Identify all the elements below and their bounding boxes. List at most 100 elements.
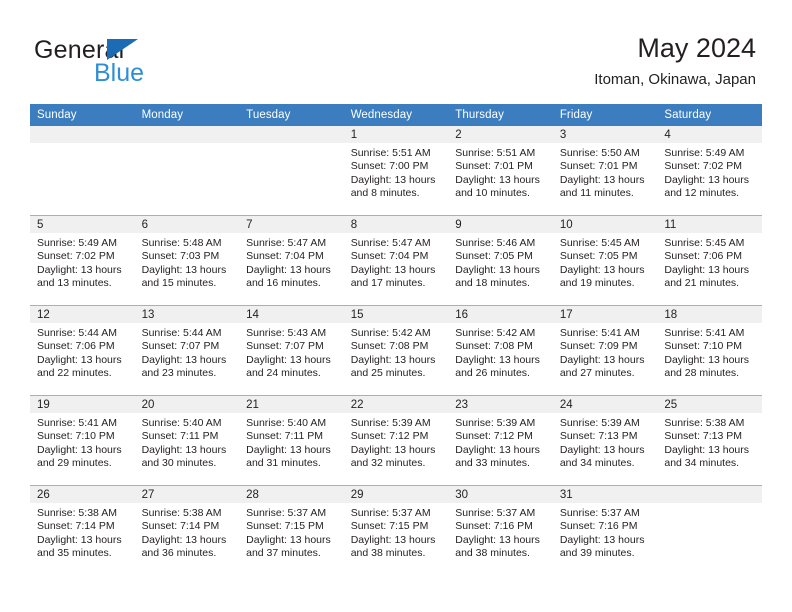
day-details: Sunrise: 5:49 AM Sunset: 7:02 PM Daylight:… bbox=[657, 143, 762, 201]
day-details: Sunrise: 5:39 AM Sunset: 7:12 PM Daylight:… bbox=[448, 413, 553, 471]
calendar-day-cell[interactable]: 19 Sunrise: 5:41 AM Sunset: 7:10 PM Dayligh… bbox=[30, 395, 135, 486]
sunset-text: Sunset: 7:08 PM bbox=[455, 340, 533, 353]
calendar-day-cell[interactable]: 16 Sunrise: 5:42 AM Sunset: 7:08 PM Dayligh… bbox=[448, 305, 553, 396]
day-number: 26 bbox=[30, 486, 135, 503]
day-number: 16 bbox=[448, 306, 553, 323]
sunset-text: Sunset: 7:10 PM bbox=[37, 430, 115, 443]
calendar-day-cell[interactable]: 28 Sunrise: 5:37 AM Sunset: 7:15 PM Dayligh… bbox=[239, 485, 344, 575]
calendar-day-cell[interactable]: 14 Sunrise: 5:43 AM Sunset: 7:07 PM Dayligh… bbox=[239, 305, 344, 396]
calendar-day-cell[interactable]: 10 Sunrise: 5:45 AM Sunset: 7:05 PM Dayligh… bbox=[552, 215, 658, 306]
calendar-body: 1 Sunrise: 5:51 AM Sunset: 7:00 PM Daylight… bbox=[30, 126, 762, 575]
sunset-text: Sunset: 7:07 PM bbox=[141, 340, 220, 353]
calendar-day-cell[interactable]: 17 Sunrise: 5:41 AM Sunset: 7:09 PM Dayligh… bbox=[552, 305, 658, 396]
calendar-week-row: 12 Sunrise: 5:44 AM Sunset: 7:06 PM Dayligh… bbox=[30, 305, 762, 396]
calendar-day-cell[interactable]: 2 Sunrise: 5:51 AM Sunset: 7:01 PM Daylight… bbox=[448, 126, 553, 216]
logo-text-blue: Blue bbox=[94, 59, 145, 87]
calendar-day-cell[interactable]: 11 Sunrise: 5:45 AM Sunset: 7:06 PM Dayligh… bbox=[657, 215, 762, 306]
day-number: 2 bbox=[448, 126, 553, 143]
daylight-text: Daylight: 13 hours and 19 minutes. bbox=[559, 263, 645, 290]
daylight-text: Daylight: 13 hours and 23 minutes. bbox=[141, 353, 227, 380]
day-number: 7 bbox=[239, 216, 344, 233]
calendar-day-cell[interactable]: 21 Sunrise: 5:40 AM Sunset: 7:11 PM Dayligh… bbox=[239, 395, 344, 486]
daylight-text: Daylight: 13 hours and 25 minutes. bbox=[350, 353, 436, 380]
sunrise-text: Sunrise: 5:41 AM bbox=[664, 327, 745, 339]
calendar-day-cell[interactable]: 5 Sunrise: 5:49 AM Sunset: 7:02 PM Daylight… bbox=[30, 215, 135, 306]
sunset-text: Sunset: 7:11 PM bbox=[246, 430, 323, 443]
daylight-text: Daylight: 13 hours and 37 minutes. bbox=[246, 533, 331, 560]
sunset-text: Sunset: 7:03 PM bbox=[141, 250, 220, 263]
day-details: Sunrise: 5:48 AM Sunset: 7:03 PM Daylight:… bbox=[135, 233, 240, 291]
calendar-day-cell[interactable]: 29 Sunrise: 5:37 AM Sunset: 7:15 PM Dayligh… bbox=[343, 485, 449, 575]
calendar-day-cell[interactable]: 23 Sunrise: 5:39 AM Sunset: 7:12 PM Dayligh… bbox=[448, 395, 553, 486]
sunrise-text: Sunrise: 5:40 AM bbox=[141, 417, 222, 429]
day-details: Sunrise: 5:38 AM Sunset: 7:14 PM Daylight:… bbox=[30, 503, 135, 561]
daylight-text: Daylight: 13 hours and 24 minutes. bbox=[246, 353, 331, 380]
sunset-text: Sunset: 7:15 PM bbox=[246, 520, 324, 533]
sunrise-text: Sunrise: 5:41 AM bbox=[559, 327, 640, 339]
calendar-table: Sunday Monday Tuesday Wednesday Thursday Frid… bbox=[30, 104, 762, 575]
sunset-text: Sunset: 7:06 PM bbox=[664, 250, 743, 263]
day-number: 11 bbox=[657, 216, 762, 233]
calendar-day-cell[interactable]: 22 Sunrise: 5:39 AM Sunset: 7:12 PM Dayligh… bbox=[343, 395, 449, 486]
calendar-cell-empty bbox=[134, 126, 240, 216]
calendar-day-cell[interactable]: 1 Sunrise: 5:51 AM Sunset: 7:00 PM Daylight… bbox=[343, 126, 449, 216]
sunrise-text: Sunrise: 5:49 AM bbox=[37, 237, 117, 249]
daylight-text: Daylight: 13 hours and 35 minutes. bbox=[37, 533, 122, 560]
daylight-text: Daylight: 13 hours and 33 minutes. bbox=[455, 443, 540, 470]
sunrise-text: Sunrise: 5:42 AM bbox=[455, 327, 536, 339]
day-details: Sunrise: 5:45 AM Sunset: 7:06 PM Daylight:… bbox=[657, 233, 762, 291]
weekday-header-thursday: Thursday bbox=[448, 104, 553, 126]
day-details: Sunrise: 5:37 AM Sunset: 7:16 PM Daylight:… bbox=[448, 503, 553, 561]
day-number: 17 bbox=[552, 306, 658, 323]
calendar-day-cell[interactable]: 15 Sunrise: 5:42 AM Sunset: 7:08 PM Dayligh… bbox=[343, 305, 449, 396]
day-number: 18 bbox=[657, 306, 762, 323]
day-number: 28 bbox=[239, 486, 344, 503]
day-details: Sunrise: 5:41 AM Sunset: 7:10 PM Daylight:… bbox=[30, 413, 135, 471]
page-header: General Blue May 2024 Itoman, Okinawa, J… bbox=[0, 0, 792, 104]
calendar-day-cell[interactable]: 13 Sunrise: 5:44 AM Sunset: 7:07 PM Dayligh… bbox=[134, 305, 240, 396]
calendar-day-cell[interactable]: 4 Sunrise: 5:49 AM Sunset: 7:02 PM Daylight… bbox=[657, 126, 762, 216]
sunrise-text: Sunrise: 5:44 AM bbox=[141, 327, 222, 339]
calendar-day-cell[interactable]: 7 Sunrise: 5:47 AM Sunset: 7:04 PM Daylight… bbox=[239, 215, 344, 306]
calendar-day-cell[interactable]: 27 Sunrise: 5:38 AM Sunset: 7:14 PM Dayligh… bbox=[134, 485, 240, 575]
weekday-header-monday: Monday bbox=[134, 104, 240, 126]
day-number: 4 bbox=[657, 126, 762, 143]
day-number: 8 bbox=[343, 216, 449, 233]
calendar-day-cell[interactable]: 3 Sunrise: 5:50 AM Sunset: 7:01 PM Daylight… bbox=[552, 126, 658, 216]
day-details: Sunrise: 5:41 AM Sunset: 7:09 PM Daylight:… bbox=[553, 323, 658, 381]
calendar-day-cell[interactable]: 30 Sunrise: 5:37 AM Sunset: 7:16 PM Dayligh… bbox=[448, 485, 553, 575]
daylight-text: Daylight: 13 hours and 38 minutes. bbox=[350, 533, 436, 560]
day-number: 30 bbox=[448, 486, 553, 503]
sunset-text: Sunset: 7:08 PM bbox=[350, 340, 429, 353]
sunset-text: Sunset: 7:09 PM bbox=[559, 340, 638, 353]
calendar-day-cell[interactable]: 26 Sunrise: 5:38 AM Sunset: 7:14 PM Dayligh… bbox=[30, 485, 135, 575]
calendar-day-cell[interactable]: 24 Sunrise: 5:39 AM Sunset: 7:13 PM Dayligh… bbox=[552, 395, 658, 486]
sunset-text: Sunset: 7:16 PM bbox=[455, 520, 533, 533]
daylight-text: Daylight: 13 hours and 12 minutes. bbox=[664, 173, 750, 200]
day-number: 6 bbox=[134, 216, 240, 233]
daylight-text: Daylight: 13 hours and 18 minutes. bbox=[455, 263, 540, 290]
sunset-text: Sunset: 7:12 PM bbox=[350, 430, 429, 443]
day-details: Sunrise: 5:38 AM Sunset: 7:14 PM Daylight:… bbox=[135, 503, 240, 561]
day-details: Sunrise: 5:47 AM Sunset: 7:04 PM Daylight:… bbox=[239, 233, 344, 291]
day-details: Sunrise: 5:42 AM Sunset: 7:08 PM Daylight:… bbox=[448, 323, 553, 381]
sunset-text: Sunset: 7:16 PM bbox=[559, 520, 638, 533]
daylight-text: Daylight: 13 hours and 10 minutes. bbox=[455, 173, 540, 200]
sunrise-text: Sunrise: 5:39 AM bbox=[559, 417, 640, 429]
daylight-text: Daylight: 13 hours and 17 minutes. bbox=[350, 263, 436, 290]
calendar-day-cell[interactable]: 20 Sunrise: 5:40 AM Sunset: 7:11 PM Dayligh… bbox=[134, 395, 240, 486]
day-number: 12 bbox=[30, 306, 135, 323]
calendar-day-cell[interactable]: 8 Sunrise: 5:47 AM Sunset: 7:04 PM Daylight… bbox=[343, 215, 449, 306]
calendar-day-cell[interactable]: 18 Sunrise: 5:41 AM Sunset: 7:10 PM Dayligh… bbox=[657, 305, 762, 396]
logo-triangle-icon bbox=[107, 39, 138, 60]
sunrise-text: Sunrise: 5:49 AM bbox=[664, 147, 745, 159]
calendar-day-cell[interactable]: 31 Sunrise: 5:37 AM Sunset: 7:16 PM Dayligh… bbox=[552, 485, 658, 575]
calendar-day-cell[interactable]: 25 Sunrise: 5:38 AM Sunset: 7:13 PM Dayligh… bbox=[657, 395, 762, 486]
calendar-week-row: 1 Sunrise: 5:51 AM Sunset: 7:00 PM Daylight… bbox=[30, 126, 762, 216]
general-blue-logo[interactable]: General Blue bbox=[34, 36, 244, 90]
calendar-day-cell[interactable]: 12 Sunrise: 5:44 AM Sunset: 7:06 PM Dayligh… bbox=[30, 305, 135, 396]
calendar-cell-empty bbox=[239, 126, 344, 216]
calendar-day-cell[interactable]: 9 Sunrise: 5:46 AM Sunset: 7:05 PM Daylight… bbox=[448, 215, 553, 306]
calendar-week-row: 19 Sunrise: 5:41 AM Sunset: 7:10 PM Dayligh… bbox=[30, 395, 762, 486]
calendar-day-cell[interactable]: 6 Sunrise: 5:48 AM Sunset: 7:03 PM Daylight… bbox=[134, 215, 240, 306]
